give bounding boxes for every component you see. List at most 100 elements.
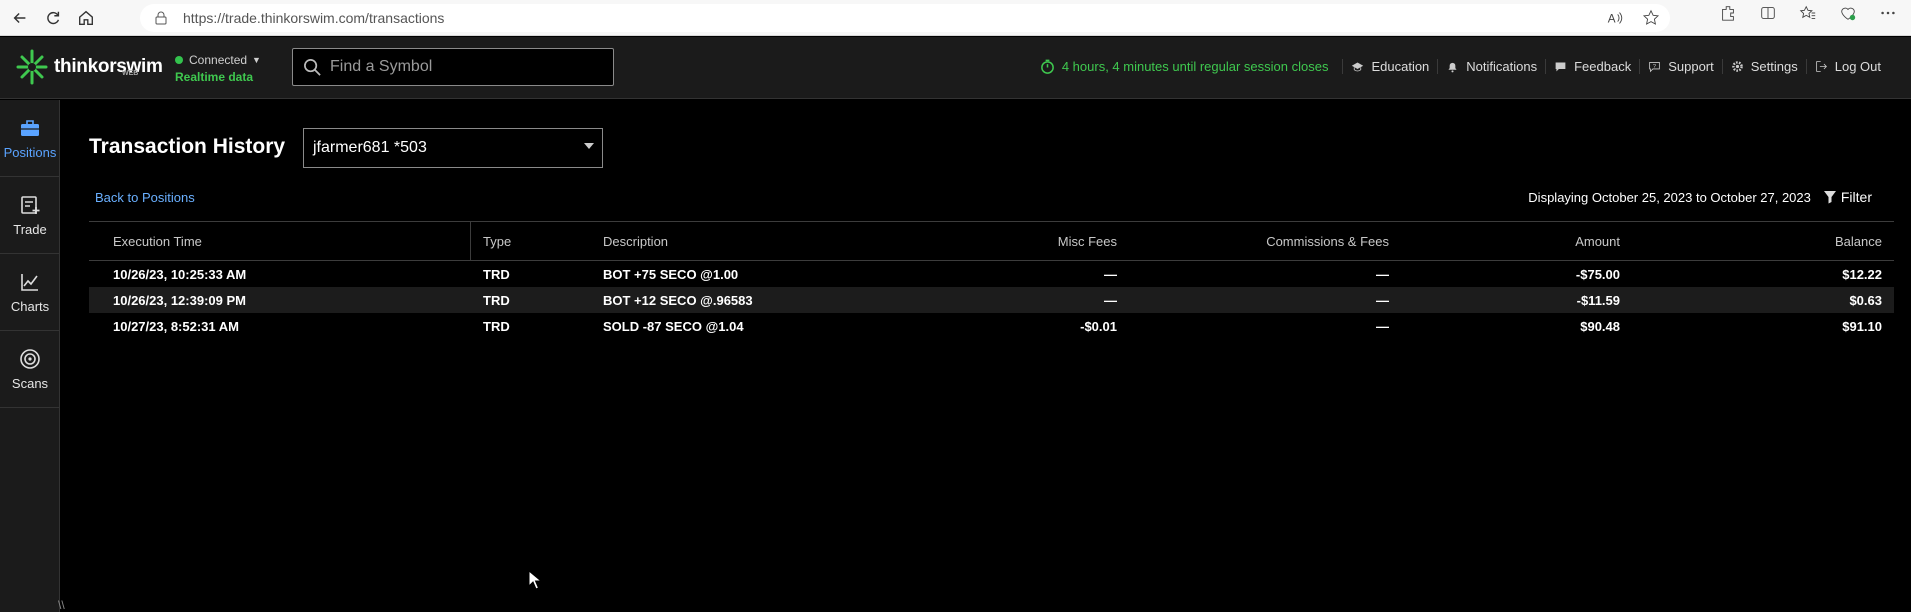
header-amount[interactable]: Amount <box>1575 234 1620 249</box>
browser-essentials-icon[interactable] <box>1839 4 1857 22</box>
education-label: Education <box>1371 59 1430 74</box>
filter-icon <box>1823 191 1836 204</box>
mouse-cursor-icon <box>528 570 542 590</box>
cell-time: 10/27/23, 8:52:31 AM <box>113 319 239 334</box>
trade-icon <box>21 195 40 214</box>
connection-status[interactable]: Connected ▼ Realtime data <box>175 53 261 84</box>
header-type[interactable]: Type <box>483 234 511 249</box>
caret-down-icon <box>584 143 594 149</box>
svg-text:?: ? <box>1653 64 1656 70</box>
favorites-icon[interactable] <box>1799 4 1817 22</box>
logo[interactable]: thinkorswim <box>14 47 163 87</box>
sidebar-item-scans[interactable]: Scans <box>0 331 60 408</box>
table-row[interactable]: 10/27/23, 8:52:31 AM TRD SOLD -87 SECO @… <box>89 313 1894 339</box>
address-bar[interactable]: https://trade.thinkorswim.com/transactio… <box>140 4 1670 32</box>
sidebar-item-label: Scans <box>11 375 49 391</box>
display-range: Displaying October 25, 2023 to October 2… <box>1528 189 1872 205</box>
briefcase-icon <box>21 119 39 136</box>
browser-toolbar: https://trade.thinkorswim.com/transactio… <box>0 0 1911 36</box>
account-select-value: jfarmer681 *503 <box>313 139 427 156</box>
cell-balance: $91.10 <box>1842 319 1882 334</box>
back-icon[interactable] <box>7 5 33 31</box>
settings-label: Settings <box>1750 59 1798 74</box>
cell-description: BOT +12 SECO @.96583 <box>603 293 753 308</box>
cell-commissions: — <box>1376 267 1389 282</box>
session-text: 4 hours, 4 minutes until regular session… <box>1061 59 1329 74</box>
support-label: Support <box>1668 59 1714 74</box>
search-input[interactable] <box>330 58 600 76</box>
header-misc-fees[interactable]: Misc Fees <box>1058 234 1117 249</box>
cell-description: SOLD -87 SECO @1.04 <box>603 319 744 334</box>
cell-commissions: — <box>1376 293 1389 308</box>
app-header: thinkorswim WEB Connected ▼ Realtime dat… <box>0 37 1911 99</box>
logo-text: thinkorswim <box>54 56 163 77</box>
extensions-icon[interactable] <box>1719 4 1737 22</box>
logout-label: Log Out <box>1834 59 1881 74</box>
cell-misc-fees: — <box>1104 293 1117 308</box>
sidebar-item-label: Positions <box>3 144 57 160</box>
cell-amount: -$75.00 <box>1575 267 1620 282</box>
cell-misc-fees: — <box>1104 267 1117 282</box>
sidebar-item-positions[interactable]: Positions <box>0 100 60 177</box>
chart-icon <box>21 273 38 291</box>
back-to-positions-link[interactable]: Back to Positions <box>95 190 195 205</box>
search-icon <box>304 58 321 76</box>
account-select[interactable]: jfarmer681 *503 <box>303 128 603 168</box>
filter-button[interactable]: Filter <box>1823 189 1872 205</box>
header-description[interactable]: Description <box>603 234 668 249</box>
header-commissions[interactable]: Commissions & Fees <box>1266 234 1389 249</box>
symbol-search[interactable] <box>292 48 614 86</box>
cell-type: TRD <box>483 293 510 308</box>
sidebar: Positions Trade Charts Scans \\ <box>0 100 65 612</box>
graduation-cap-icon <box>1352 62 1364 72</box>
page-title: Transaction History <box>89 135 286 158</box>
logout-menu[interactable]: Log Out <box>1805 59 1889 74</box>
table-header: Execution Time Type Description Misc Fee… <box>89 221 1894 261</box>
logo-icon <box>16 49 48 85</box>
sidebar-item-trade[interactable]: Trade <box>0 177 60 254</box>
favorite-star-icon[interactable] <box>1642 9 1660 27</box>
refresh-icon[interactable] <box>40 5 66 31</box>
header-execution-time[interactable]: Execution Time <box>113 234 202 249</box>
sidebar-item-label: Charts <box>10 298 50 314</box>
settings-menu[interactable]: Settings <box>1721 59 1806 74</box>
read-aloud-icon[interactable]: A <box>1606 9 1624 27</box>
chevron-down-icon: ▼ <box>252 55 261 65</box>
education-menu[interactable]: Education <box>1342 59 1437 74</box>
support-menu[interactable]: ? Support <box>1639 59 1722 74</box>
cell-commissions: — <box>1376 319 1389 334</box>
cell-time: 10/26/23, 10:25:33 AM <box>113 267 247 282</box>
sidebar-item-charts[interactable]: Charts <box>0 254 60 331</box>
column-divider[interactable] <box>470 222 471 261</box>
url-text: https://trade.thinkorswim.com/transactio… <box>183 10 445 26</box>
header-balance[interactable]: Balance <box>1835 234 1882 249</box>
session-notice: 4 hours, 4 minutes until regular session… <box>1040 59 1329 74</box>
header-menu: 4 hours, 4 minutes until regular session… <box>1040 59 1889 74</box>
cell-type: TRD <box>483 267 510 282</box>
status-dot-icon <box>175 56 183 64</box>
cell-misc-fees: -$0.01 <box>1080 319 1117 334</box>
bell-icon <box>1448 62 1457 73</box>
feedback-menu[interactable]: Feedback <box>1545 59 1639 74</box>
split-screen-icon[interactable] <box>1759 4 1777 22</box>
home-icon[interactable] <box>73 5 99 31</box>
cell-amount: -$11.59 <box>1576 293 1620 308</box>
logo-sub: WEB <box>122 70 139 77</box>
sidebar-item-label: Trade <box>13 221 47 237</box>
more-icon[interactable] <box>1879 4 1897 22</box>
display-range-text: Displaying October 25, 2023 to October 2… <box>1528 189 1811 205</box>
realtime-label: Realtime data <box>175 70 254 84</box>
feedback-label: Feedback <box>1574 59 1632 74</box>
target-icon <box>20 348 40 369</box>
logout-icon <box>1815 61 1827 72</box>
filter-label: Filter <box>1840 189 1872 205</box>
chat-bubble-icon <box>1555 62 1566 72</box>
table-row[interactable]: 10/26/23, 10:25:33 AM TRD BOT +75 SECO @… <box>89 261 1894 287</box>
cell-description: BOT +75 SECO @1.00 <box>603 267 739 282</box>
lock-icon <box>155 11 167 25</box>
notifications-menu[interactable]: Notifications <box>1437 59 1545 74</box>
cell-balance: $12.22 <box>1842 267 1882 282</box>
table-row[interactable]: 10/26/23, 12:39:09 PM TRD BOT +12 SECO @… <box>89 287 1894 313</box>
collapse-handle-icon[interactable]: \\ <box>58 598 65 612</box>
svg-text:A: A <box>1608 13 1616 26</box>
